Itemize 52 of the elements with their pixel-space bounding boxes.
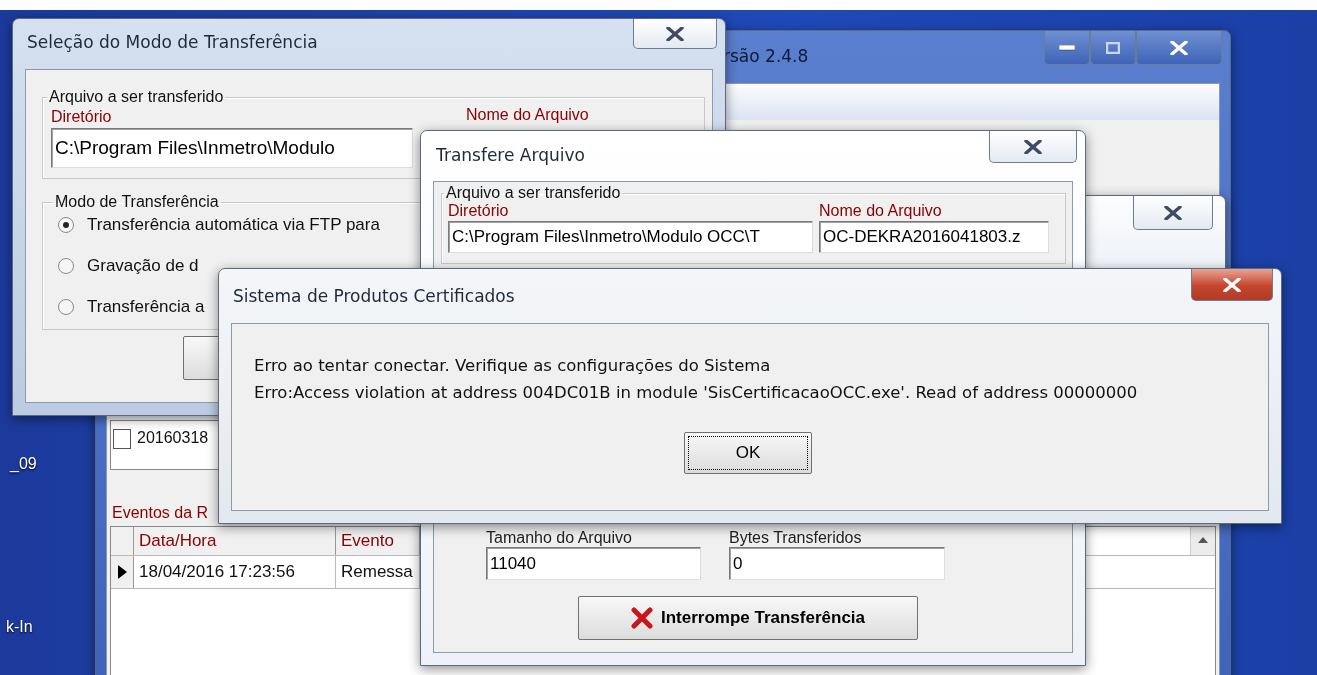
close-icon — [1024, 139, 1042, 154]
field-label: Tamanho do Arquivo — [486, 529, 633, 547]
filename-field[interactable]: OC-DEKRA2016041803.z — [819, 221, 1049, 253]
radio-label[interactable]: Transferência automática via FTP para — [87, 215, 380, 235]
close-button[interactable] — [1133, 196, 1213, 230]
maximize-button[interactable] — [1090, 31, 1136, 65]
window-title: Transfere Arquivo — [436, 145, 585, 165]
close-button[interactable] — [1191, 269, 1273, 301]
stop-transfer-button[interactable]: Interrompe Transferência — [578, 596, 918, 640]
directory-field[interactable]: C:\Program Files\Inmetro\Modulo OCC\T — [448, 221, 813, 253]
close-icon — [666, 26, 684, 41]
table-cell: 18/04/2016 17:23:56 — [134, 556, 336, 588]
radio-button[interactable] — [57, 216, 75, 234]
column-header[interactable]: Data/Hora — [134, 527, 336, 555]
scrollbar[interactable] — [1190, 527, 1215, 555]
field-label: Diretório — [448, 202, 510, 220]
field-label: Nome do Arquivo — [819, 202, 943, 220]
list-item[interactable]: 20160318 — [137, 429, 209, 447]
close-icon — [1170, 40, 1188, 55]
radio-label[interactable]: Gravação de d — [87, 256, 199, 276]
radio-label[interactable]: Transferência a — [87, 297, 205, 317]
field-label: Nome do Arquivo — [466, 106, 589, 124]
close-icon — [1223, 277, 1241, 292]
field-label: Bytes Transferidos — [729, 529, 863, 547]
error-message: Erro ao tentar conectar. Verifique as configurações do Sistema — [254, 356, 772, 375]
close-icon — [1164, 205, 1182, 220]
minimize-button[interactable] — [1044, 31, 1090, 65]
error-message: Erro:Access violation at address 004DC01B in module 'SisCertificacaoOCC.exe'. Read of address 00000000 — [254, 383, 1139, 402]
desktop-icon-label[interactable]: k-In — [6, 618, 33, 636]
column-header[interactable]: Evento — [336, 527, 420, 555]
dialog-title: Sistema de Produtos Certificados — [233, 286, 515, 306]
desktop-icon-label[interactable]: _09 — [10, 455, 37, 473]
section-label: Eventos da R — [112, 504, 209, 522]
maximize-icon — [1106, 41, 1120, 54]
close-button[interactable] — [633, 19, 717, 49]
radio-button[interactable] — [57, 298, 75, 316]
minimize-icon — [1059, 44, 1075, 51]
group-title: Arquivo a ser transferido — [48, 88, 225, 106]
bytes-transferred-field[interactable]: 0 — [729, 547, 945, 580]
directory-field[interactable]: C:\Program Files\Inmetro\Modulo — [51, 128, 413, 168]
field-label: Diretório — [51, 108, 113, 126]
window-title: Seleção do Modo de Transferência — [27, 32, 318, 52]
file-size-field[interactable]: 11040 — [486, 547, 701, 580]
close-button[interactable] — [1136, 31, 1222, 65]
close-button[interactable] — [989, 131, 1077, 163]
group-title: Arquivo a ser transferido — [445, 184, 622, 202]
checkbox[interactable] — [113, 429, 131, 449]
group-title: Modo de Transferência — [54, 193, 220, 211]
radio-button[interactable] — [57, 257, 75, 275]
ok-button[interactable]: OK — [684, 432, 812, 474]
scroll-up-icon — [1198, 537, 1208, 543]
cross-icon — [630, 607, 653, 629]
